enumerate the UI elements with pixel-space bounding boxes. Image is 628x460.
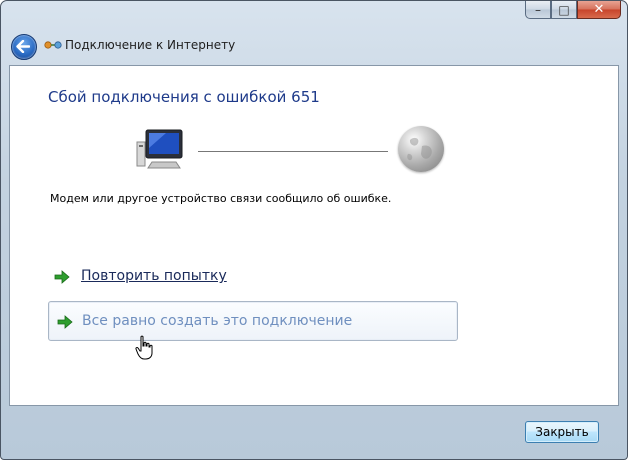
content-panel: Сбой подключения с ошибкой 651 Модем или… xyxy=(9,65,619,406)
close-button[interactable]: Закрыть xyxy=(525,421,599,443)
connection-line xyxy=(198,151,388,152)
error-heading: Сбой подключения с ошибкой 651 xyxy=(48,88,320,106)
close-window-button[interactable]: ✕ xyxy=(577,1,621,19)
network-connection-icon xyxy=(44,41,62,49)
globe-icon xyxy=(398,126,444,172)
create-anyway-label: Все равно создать это подключение xyxy=(82,313,353,329)
title-bar: Подключение к Интернету – □ ✕ xyxy=(1,1,627,65)
green-arrow-icon xyxy=(54,270,70,284)
maximize-button[interactable]: □ xyxy=(551,1,577,19)
computer-icon xyxy=(136,129,183,169)
retry-label: Повторить попытку xyxy=(81,268,227,284)
retry-link[interactable]: Повторить попытку xyxy=(54,268,227,284)
green-arrow-icon xyxy=(57,315,73,329)
back-button[interactable] xyxy=(11,34,37,60)
close-icon: ✕ xyxy=(593,2,605,17)
minimize-icon: – xyxy=(535,3,541,17)
dialog-window: Подключение к Интернету – □ ✕ Сбой подкл… xyxy=(0,0,628,460)
hand-cursor-icon xyxy=(135,335,153,360)
create-anyway-option[interactable]: Все равно создать это подключение xyxy=(48,301,458,341)
window-title: Подключение к Интернету xyxy=(65,38,236,52)
caption-buttons: – □ ✕ xyxy=(525,1,621,20)
minimize-button[interactable]: – xyxy=(525,1,551,19)
error-message: Модем или другое устройство связи сообщи… xyxy=(50,192,392,205)
create-anyway-link[interactable]: Все равно создать это подключение xyxy=(57,313,352,329)
back-arrow-icon xyxy=(16,40,30,53)
maximize-icon: □ xyxy=(558,3,570,17)
